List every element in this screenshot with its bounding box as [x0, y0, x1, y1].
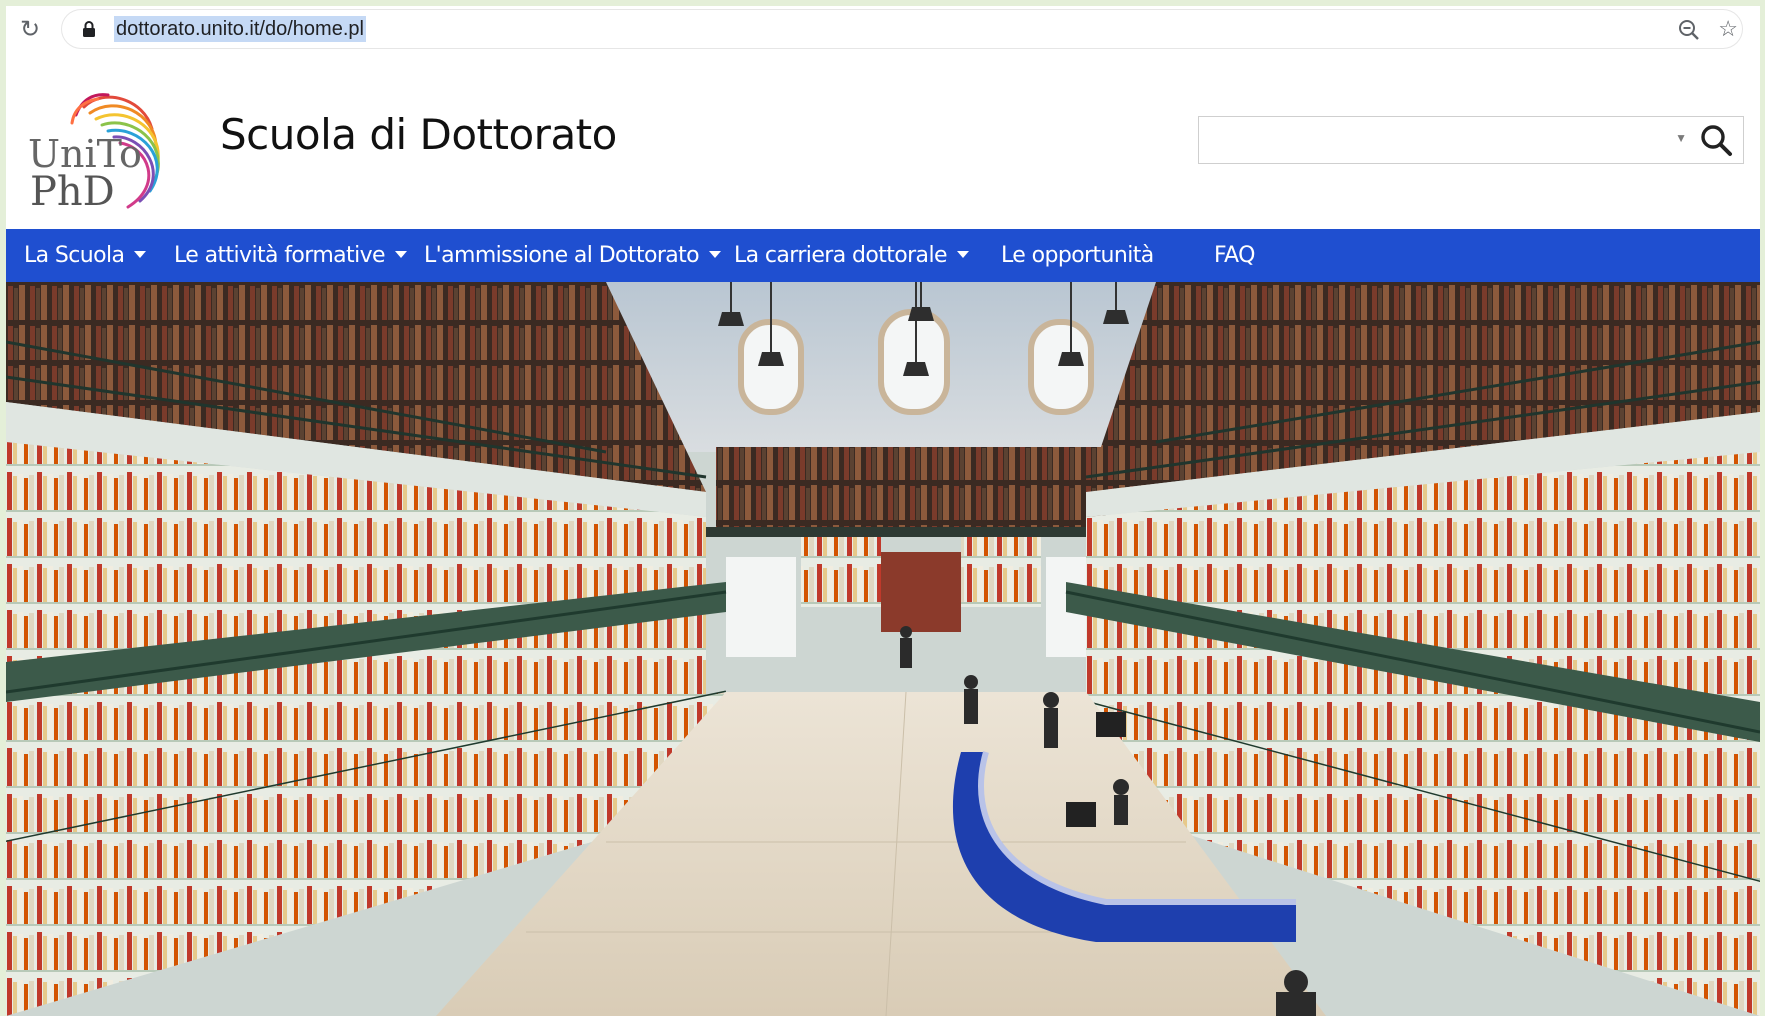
nav-label: FAQ — [1214, 243, 1255, 268]
zoom-icon[interactable] — [1678, 19, 1700, 41]
nav-item-la-scuola[interactable]: La Scuola — [24, 229, 147, 282]
nav-item-opportunita[interactable]: Le opportunità — [1001, 229, 1154, 282]
nav-label: Le opportunità — [1001, 243, 1154, 268]
dropdown-caret-icon — [134, 250, 147, 258]
site-title: Scuola di Dottorato — [220, 110, 617, 159]
dropdown-caret-icon — [394, 250, 407, 258]
lock-icon[interactable] — [82, 21, 96, 37]
dropdown-caret-icon — [956, 250, 969, 258]
search-icon[interactable] — [1699, 123, 1733, 157]
browser-window: ↻ dottorato.unito.it/do/home.pl ☆ UniTo … — [6, 6, 1760, 1016]
nav-label: L'ammissione al Dottorato — [424, 243, 700, 268]
address-bar[interactable]: dottorato.unito.it/do/home.pl ☆ — [62, 10, 1742, 48]
search-box[interactable]: ▼ — [1198, 116, 1744, 164]
star-icon[interactable]: ☆ — [1718, 16, 1738, 42]
reload-icon[interactable]: ↻ — [18, 18, 42, 42]
nav-item-carriera-dottorale[interactable]: La carriera dottorale — [734, 229, 969, 282]
dropdown-caret-icon — [709, 250, 722, 258]
nav-item-ammissione[interactable]: L'ammissione al Dottorato — [424, 229, 722, 282]
nav-label: La Scuola — [24, 243, 125, 268]
url-text[interactable]: dottorato.unito.it/do/home.pl — [114, 16, 366, 42]
logo-text-phd: PhD — [30, 169, 115, 214]
library-photo — [6, 282, 1760, 1016]
search-input[interactable] — [1207, 125, 1651, 155]
search-scope-caret-icon[interactable]: ▼ — [1675, 131, 1687, 145]
nav-item-attivita-formative[interactable]: Le attività formative — [174, 229, 407, 282]
browser-toolbar: ↻ dottorato.unito.it/do/home.pl ☆ — [6, 6, 1760, 55]
unito-phd-logo[interactable]: UniTo PhD — [24, 89, 194, 214]
site-header: UniTo PhD Scuola di Dottorato ▼ — [6, 54, 1760, 234]
nav-label: La carriera dottorale — [734, 243, 947, 268]
main-navigation: La Scuola Le attività formative L'ammiss… — [6, 229, 1760, 282]
hero-library-image — [6, 282, 1760, 1016]
nav-item-faq[interactable]: FAQ — [1214, 229, 1255, 282]
nav-label: Le attività formative — [174, 243, 386, 268]
